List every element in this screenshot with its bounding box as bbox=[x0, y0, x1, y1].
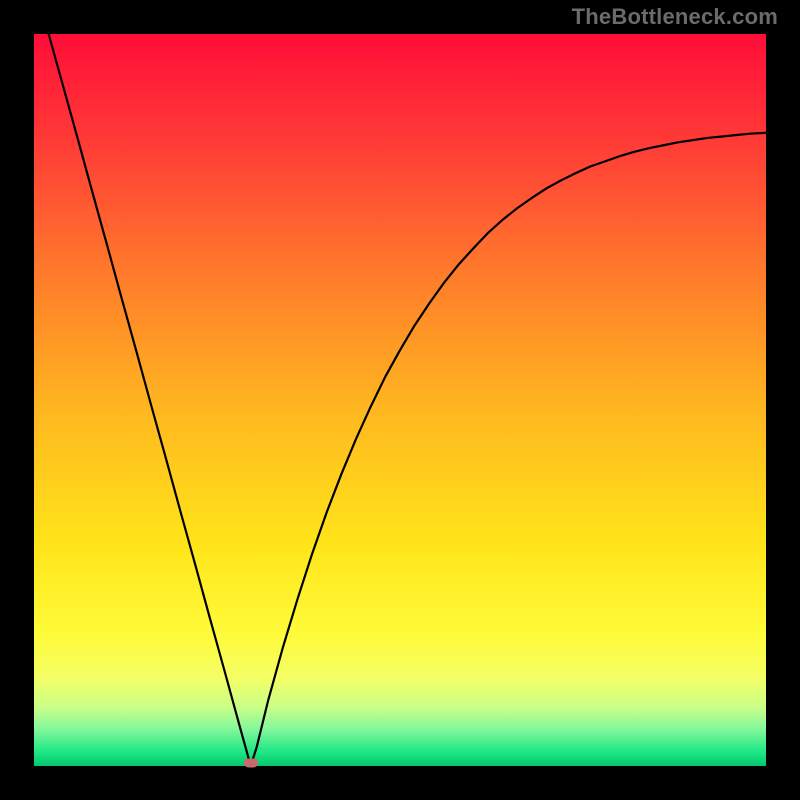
chart-curve bbox=[34, 34, 766, 766]
chart-frame bbox=[32, 32, 768, 768]
watermark-text: TheBottleneck.com bbox=[572, 4, 778, 30]
chart-marker bbox=[244, 759, 258, 768]
chart-stage: TheBottleneck.com bbox=[0, 0, 800, 800]
